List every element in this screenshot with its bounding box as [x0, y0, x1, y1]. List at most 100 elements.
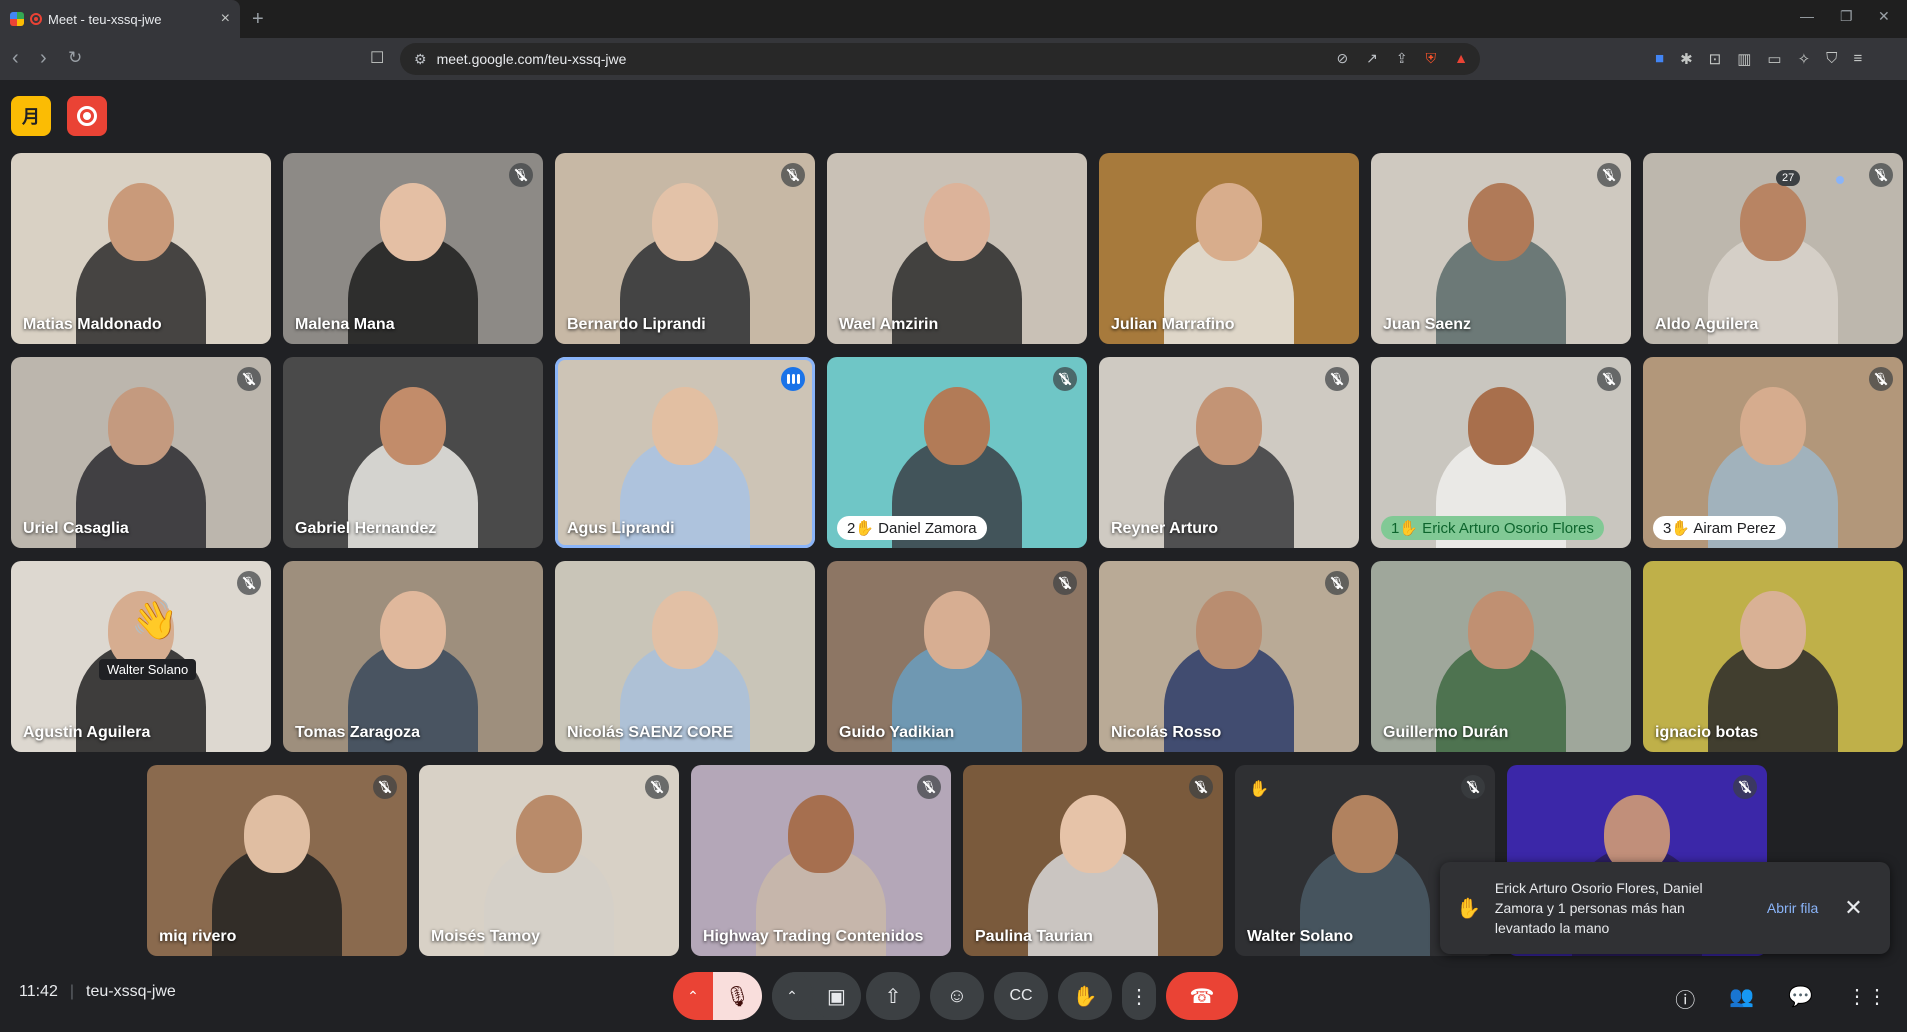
back-icon[interactable]: ‹: [12, 47, 19, 70]
participant-tile[interactable]: 🎙 Guido Yadikian: [827, 561, 1087, 752]
recording-icon[interactable]: [67, 96, 107, 136]
participant-tile[interactable]: 🎙 Reyner Arturo: [1099, 357, 1359, 548]
emoji-reaction-button[interactable]: ☺: [930, 972, 984, 1020]
participant-name: Tomas Zaragoza: [295, 724, 421, 741]
ai-sparkle-icon[interactable]: ✧: [1798, 50, 1811, 68]
browser-tab[interactable]: Meet - teu-xssq-jwe ×: [0, 0, 240, 38]
participant-tile[interactable]: 🎙 Moisés Tamoy: [419, 765, 679, 956]
participant-face: [108, 387, 174, 465]
puzzle-icon[interactable]: ✱: [1680, 50, 1693, 68]
new-tab-button[interactable]: +: [252, 8, 264, 31]
participant-face: [924, 387, 990, 465]
captions-button[interactable]: CC: [994, 972, 1048, 1020]
participant-face: [1468, 591, 1534, 669]
participant-tile[interactable]: 🎙 Nicolás Rosso: [1099, 561, 1359, 752]
participant-tile[interactable]: 🎙 2✋ Daniel Zamora: [827, 357, 1087, 548]
participant-tile[interactable]: 🎙 miq rivero: [147, 765, 407, 956]
wave-emoji-icon: 👋: [131, 600, 179, 642]
participant-name: Reyner Arturo: [1111, 520, 1218, 537]
toast-message: Erick Arturo Osorio Flores, Daniel Zamor…: [1494, 880, 1703, 936]
tab-close-icon[interactable]: ×: [221, 10, 230, 28]
wallet-icon[interactable]: ▭: [1767, 50, 1781, 68]
close-icon[interactable]: ✕: [1844, 895, 1862, 921]
participant-face: [1740, 183, 1806, 261]
ai-notes-icon[interactable]: 月: [11, 96, 51, 136]
participant-name: Matias Maldonado: [23, 316, 162, 333]
omnibox-actions: ⊘ ↗ ⇪ ⛨ ▲: [1336, 50, 1468, 67]
more-options-button[interactable]: ⋮: [1122, 972, 1156, 1020]
participant-tile[interactable]: 🎙 Bernardo Liprandi: [555, 153, 815, 344]
participant-tile[interactable]: Matias Maldonado: [11, 153, 271, 344]
reaction-sender-label: Walter Solano: [99, 659, 197, 680]
mic-options-button[interactable]: ⌃: [673, 972, 713, 1020]
participant-tile[interactable]: Wael Amzirin: [827, 153, 1087, 344]
camera-control: ⌃ ▣: [772, 972, 861, 1020]
clock-time: 11:42: [19, 983, 58, 1000]
participant-tile[interactable]: 🎙 Aldo Aguilera: [1643, 153, 1903, 344]
participant-face: [1196, 591, 1262, 669]
open-external-icon[interactable]: ↗: [1366, 50, 1378, 67]
rewards-icon[interactable]: ▲: [1454, 50, 1468, 67]
meeting-code: teu-xssq-jwe: [86, 983, 176, 1000]
participant-tile[interactable]: 🎙 Agustin Aguilera 👋 Walter Solano: [11, 561, 271, 752]
present-screen-button[interactable]: ⇧: [866, 972, 920, 1020]
chat-unread-dot: [1836, 176, 1844, 184]
divider: |: [69, 983, 75, 1000]
mic-muted-icon[interactable]: 🎙: [713, 972, 762, 1020]
activities-icon[interactable]: ⋮⋮: [1847, 984, 1887, 1013]
mic-off-icon: 🎙: [1053, 571, 1077, 595]
forward-icon[interactable]: ›: [40, 47, 47, 70]
participant-tile[interactable]: 🎙 1✋ Erick Arturo Osorio Flores: [1371, 357, 1631, 548]
participant-tile[interactable]: Tomas Zaragoza: [283, 561, 543, 752]
sidebar-icon[interactable]: ▥: [1737, 50, 1751, 68]
participant-tile[interactable]: Nicolás SAENZ CORE: [555, 561, 815, 752]
participant-tile[interactable]: Guillermo Durán: [1371, 561, 1631, 752]
participant-face: [380, 591, 446, 669]
participant-face: [1468, 387, 1534, 465]
reload-icon[interactable]: ↻: [68, 48, 82, 68]
raised-hand-name-badge: 1✋ Erick Arturo Osorio Flores: [1381, 516, 1604, 540]
mic-off-icon: 🎙: [1869, 367, 1893, 391]
open-queue-link[interactable]: Abrir fila: [1767, 900, 1818, 916]
share-icon[interactable]: ⇪: [1396, 50, 1408, 67]
camera-icon[interactable]: ▣: [812, 972, 861, 1020]
mic-off-icon: 🎙: [1461, 775, 1485, 799]
participant-tile[interactable]: 🎙 Uriel Casaglia: [11, 357, 271, 548]
participant-tile[interactable]: 🎙 Paulina Taurian: [963, 765, 1223, 956]
participant-face: [788, 795, 854, 873]
info-icon[interactable]: ⓘ: [1675, 984, 1695, 1013]
participant-tile[interactable]: Agus Liprandi: [555, 357, 815, 548]
chat-icon[interactable]: 💬: [1788, 984, 1813, 1013]
meeting-info: 11:42 | teu-xssq-jwe: [19, 983, 176, 1001]
participant-tile[interactable]: 🎙 Highway Trading Contenidos: [691, 765, 951, 956]
site-settings-icon[interactable]: ⚙: [414, 51, 427, 68]
url-text[interactable]: meet.google.com/teu-xssq-jwe: [437, 51, 627, 67]
camera-blocked-icon[interactable]: ⊘: [1336, 50, 1348, 67]
minimize-button[interactable]: —: [1800, 8, 1814, 24]
window-close-button[interactable]: ✕: [1878, 8, 1890, 25]
tab-title: Meet - teu-xssq-jwe: [48, 11, 162, 27]
shield-icon[interactable]: ⛨: [1426, 50, 1437, 67]
participant-tile[interactable]: Julian Marrafino: [1099, 153, 1359, 344]
participant-tile[interactable]: 🎙 3✋ Airam Perez: [1643, 357, 1903, 548]
participant-tile[interactable]: 🎙 Malena Mana: [283, 153, 543, 344]
omnibox[interactable]: ⚙ meet.google.com/teu-xssq-jwe ⊘ ↗ ⇪ ⛨ ▲: [400, 43, 1480, 75]
participant-tile[interactable]: 🎙 Juan Saenz: [1371, 153, 1631, 344]
participant-name: Malena Mana: [295, 316, 395, 333]
raised-hand-icon: ✋: [1249, 781, 1269, 798]
raise-hand-button[interactable]: ✋: [1058, 972, 1112, 1020]
camera-options-button[interactable]: ⌃: [772, 972, 812, 1020]
participant-name: Agus Liprandi: [567, 520, 675, 537]
screenshot-icon[interactable]: ⊡: [1709, 50, 1722, 68]
leave-call-button[interactable]: ☎: [1166, 972, 1238, 1020]
participant-tile[interactable]: ignacio botas: [1643, 561, 1903, 752]
extension-icon[interactable]: ■: [1655, 50, 1664, 68]
participant-face: [652, 591, 718, 669]
maximize-button[interactable]: ❐: [1840, 8, 1853, 25]
bookmark-icon[interactable]: ☐: [370, 48, 384, 68]
participant-tile[interactable]: Gabriel Hernandez: [283, 357, 543, 548]
participant-face: [1196, 183, 1262, 261]
vpn-icon[interactable]: ⛉: [1826, 50, 1837, 68]
people-icon[interactable]: 👥: [1729, 984, 1754, 1013]
menu-icon[interactable]: ≡: [1853, 50, 1862, 68]
